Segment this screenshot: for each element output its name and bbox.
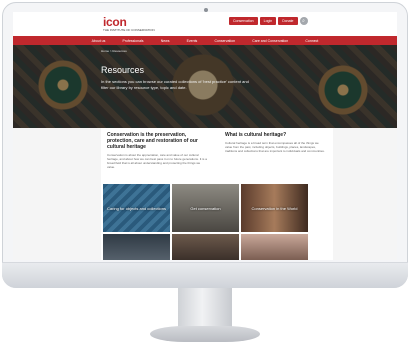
tile-label: Conservation in the World <box>251 205 298 211</box>
breadcrumb[interactable]: Home > Resources <box>101 49 127 53</box>
monitor-stand-base <box>150 326 260 342</box>
tile-caring-objects[interactable]: Caring for objects and collections <box>103 184 170 232</box>
site-header: icon THE INSTITUTE OF CONSERVATION Conse… <box>13 12 397 36</box>
resource-tiles: Caring for objects and collections Get c… <box>103 184 331 260</box>
tile-4[interactable] <box>103 234 170 260</box>
nav-item-care[interactable]: Care and Conservation <box>252 39 288 43</box>
header-button-conservation[interactable]: Conservation <box>229 17 258 25</box>
tile-label: Caring for objects and collections <box>107 205 166 211</box>
content-card: Conservation is the preservation, protec… <box>101 128 333 260</box>
intro-right: What is cultural heritage? Cultural heri… <box>225 132 325 153</box>
intro-left-title: Conservation is the preservation, protec… <box>107 132 198 150</box>
donate-button[interactable]: Donate <box>278 17 298 25</box>
nav-item-events[interactable]: Events <box>187 39 198 43</box>
nav-item-about[interactable]: About us <box>92 39 106 43</box>
screen: icon THE INSTITUTE OF CONSERVATION Conse… <box>13 12 397 260</box>
nav-item-professionals[interactable]: Professionals <box>123 39 144 43</box>
login-button[interactable]: Login <box>259 17 277 25</box>
tile-label: Get conservation <box>190 205 221 211</box>
intro-right-text: Cultural heritage is a broad term that e… <box>225 141 325 153</box>
monitor-chin <box>2 262 408 288</box>
nav-item-news[interactable]: News <box>161 39 170 43</box>
tile-conservation-world[interactable]: Conservation in the World <box>241 184 308 232</box>
main-nav: About us Professionals News Events Conse… <box>13 36 397 45</box>
intro-left-text: Conservation is about the appreciation, … <box>107 153 207 169</box>
nav-item-conservation[interactable]: Conservation <box>214 39 235 43</box>
page-title: Resources <box>101 65 145 75</box>
site-logo[interactable]: icon <box>103 15 127 29</box>
tile-get-conservation[interactable]: Get conservation <box>172 184 239 232</box>
tile-5[interactable] <box>172 234 239 260</box>
content-area: Conservation is the preservation, protec… <box>13 128 397 260</box>
search-icon[interactable]: ⌕ <box>299 17 308 25</box>
header-actions: Conservation Login Donate ⌕ <box>229 17 308 25</box>
intro-right-title: What is cultural heritage? <box>225 132 287 138</box>
hero-description: In the sections you can browse our curat… <box>101 79 249 90</box>
hero-banner: Home > Resources Resources In the sectio… <box>13 45 397 128</box>
site-logo-subtitle: THE INSTITUTE OF CONSERVATION <box>103 28 155 32</box>
tile-6[interactable] <box>241 234 308 260</box>
intro-left: Conservation is the preservation, protec… <box>107 132 207 169</box>
monitor-stand-neck <box>178 288 232 330</box>
nav-item-connect[interactable]: Connect <box>305 39 318 43</box>
